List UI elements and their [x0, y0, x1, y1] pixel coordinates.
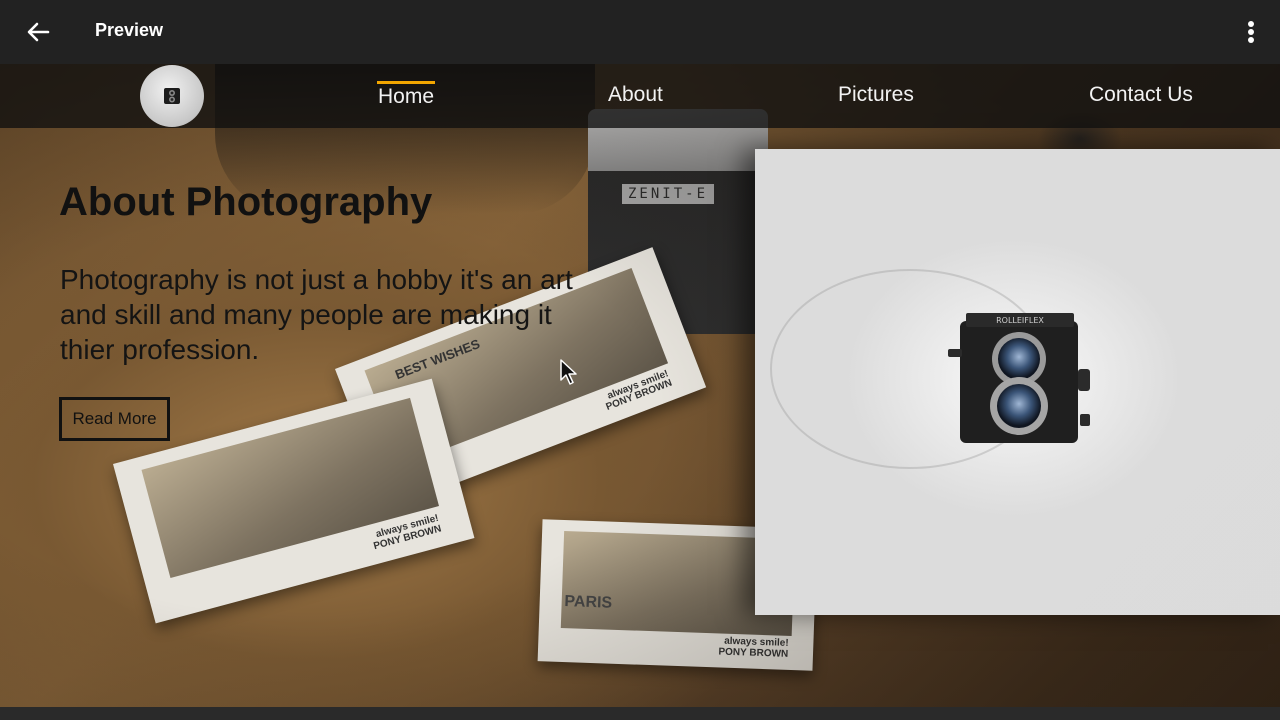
hero-title: About Photography: [59, 180, 433, 224]
tlr-brand-text: ROLLEIFLEX: [996, 316, 1044, 325]
nav-pictures[interactable]: Pictures: [838, 83, 914, 107]
active-nav-indicator: [377, 81, 435, 84]
read-more-button[interactable]: Read More: [59, 397, 170, 441]
featured-image-panel: ROLLEIFLEX: [755, 149, 1280, 615]
caption-line2: PONY BROWN: [718, 646, 789, 660]
more-vert-icon: [1248, 21, 1254, 43]
caption-line1: always smile!: [374, 513, 440, 541]
paris-caption: always smile! PONY BROWN: [718, 635, 789, 660]
nav-contact-us[interactable]: Contact Us: [1089, 83, 1193, 107]
nav-home[interactable]: Home: [378, 85, 434, 109]
hero-section: ZENIT-E BEST WISHES always smile! PONY B…: [0, 64, 1280, 707]
app-bar-title: Preview: [95, 20, 164, 40]
photo-caption: always smile! PONY BROWN: [370, 513, 443, 553]
nav-about[interactable]: About: [608, 83, 663, 107]
caption-line2: PONY BROWN: [372, 523, 443, 553]
hero-description: Photography is not just a hobby it's an …: [60, 264, 573, 365]
twin-lens-camera-image: ROLLEIFLEX: [948, 313, 1090, 443]
caption-line2: PONY BROWN: [604, 377, 674, 413]
site-logo[interactable]: [140, 65, 204, 127]
background-camera: [588, 109, 768, 334]
arrow-left-icon: [27, 22, 50, 42]
postcard-caption: always smile! PONY BROWN: [601, 367, 674, 414]
app-bar: Preview: [0, 0, 1280, 64]
camera-brand-label: ZENIT-E: [622, 184, 715, 204]
bottom-strip: [0, 707, 1280, 720]
back-button[interactable]: [22, 16, 54, 48]
caption-line1: always smile!: [605, 367, 670, 402]
site-navbar: Home About Pictures Contact Us: [0, 64, 1280, 128]
caption-line1: always smile!: [723, 635, 789, 649]
mouse-cursor-icon: [560, 359, 577, 385]
paris-label: PARIS: [564, 592, 613, 612]
camera-logo-icon: [164, 88, 180, 104]
more-options-button[interactable]: [1236, 16, 1266, 48]
